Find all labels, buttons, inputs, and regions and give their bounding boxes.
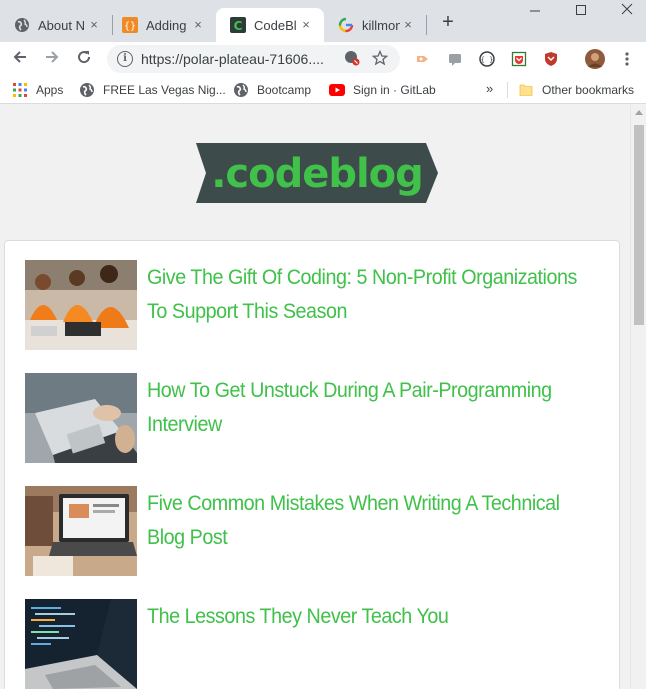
post-title-link[interactable]: The Lessons They Never Teach You [147, 600, 579, 634]
bookmark-label: Other bookmarks [542, 83, 635, 97]
bookmarks-bar: Apps FREE Las Vegas Nig... Bootcamp Sign… [0, 76, 646, 104]
orange-braces-icon: {} [122, 17, 138, 33]
post-item[interactable]: The Lessons They Never Teach You [25, 599, 605, 689]
tab-title: Adding [146, 17, 187, 33]
extension-shield-icon[interactable] [542, 50, 560, 68]
page-viewport: .codeblog Give The Gift Of Coding: 5 Non… [0, 105, 630, 689]
post-thumbnail-code-laptop[interactable] [25, 599, 137, 689]
bookmark-gitlab[interactable]: Sign in · GitLab [329, 82, 436, 98]
profile-avatar[interactable] [585, 49, 605, 69]
bookmarks-divider [507, 82, 508, 98]
address-bar[interactable]: i https://polar-plateau-71606.... [107, 45, 400, 73]
close-window-button[interactable] [612, 2, 642, 22]
folder-icon [518, 82, 534, 98]
bookmark-bootcamp[interactable]: Bootcamp [233, 82, 311, 98]
post-thumbnail-volunteers[interactable] [25, 260, 137, 350]
maximize-button[interactable] [566, 2, 596, 22]
browser-toolbar: i https://polar-plateau-71606.... { } [0, 42, 646, 76]
globe-icon [79, 82, 95, 98]
post-title-link[interactable]: Give The Gift Of Coding: 5 Non-Profit Or… [147, 261, 579, 329]
tab-close-button[interactable]: × [86, 17, 102, 33]
logo-text: .codeblog [211, 151, 423, 197]
site-info-icon[interactable]: i [117, 51, 133, 67]
bookmark-las-vegas[interactable]: FREE Las Vegas Nig... [79, 82, 226, 98]
post-item[interactable]: Five Common Mistakes When Writing A Tech… [25, 486, 605, 578]
tab-close-button[interactable]: × [298, 17, 314, 33]
url-text: https://polar-plateau-71606.... [141, 51, 324, 67]
bookmark-star-icon[interactable] [371, 49, 389, 68]
tab-close-button[interactable]: × [190, 17, 206, 33]
svg-text:C: C [234, 19, 243, 33]
post-title-link[interactable]: Five Common Mistakes When Writing A Tech… [147, 487, 579, 555]
globe-icon [14, 17, 30, 33]
extension-pocket-icon[interactable] [510, 50, 528, 68]
tab-title: killmon [362, 17, 400, 33]
bookmark-label: Sign in · GitLab [353, 83, 436, 97]
extension-json-icon[interactable]: { } [478, 50, 496, 68]
apps-grid-icon [12, 82, 28, 98]
post-thumbnail-laptop-desk[interactable] [25, 373, 137, 463]
globe-icon [233, 82, 249, 98]
forward-button[interactable] [40, 47, 64, 71]
new-tab-button[interactable]: + [438, 12, 458, 32]
minimize-button[interactable] [520, 2, 550, 22]
reload-button[interactable] [72, 47, 96, 71]
tab-title: About N [38, 17, 85, 33]
youtube-icon [329, 82, 345, 98]
blocked-content-icon[interactable] [343, 50, 361, 68]
tab-title: CodeBl [254, 17, 297, 33]
post-item[interactable]: Give The Gift Of Coding: 5 Non-Profit Or… [25, 260, 605, 352]
extension-arrow-icon[interactable] [414, 50, 432, 68]
tab-strip: About N × {} Adding × C CodeBl × killmon… [0, 0, 646, 42]
svg-text:{ }: { } [481, 56, 494, 64]
back-button[interactable] [8, 47, 32, 71]
bookmarks-overflow-button[interactable]: » [486, 81, 493, 96]
tab-about[interactable]: About N × [0, 8, 112, 42]
tab-codeblog[interactable]: C CodeBl × [216, 8, 324, 42]
page-scrollbar[interactable] [630, 105, 646, 689]
svg-text:{}: {} [124, 21, 136, 32]
tab-google[interactable]: killmon × [324, 8, 426, 42]
tab-adding[interactable]: {} Adding × [108, 8, 216, 42]
scroll-up-arrow-icon[interactable] [635, 110, 643, 115]
google-g-icon [338, 17, 354, 33]
other-bookmarks-folder[interactable]: Other bookmarks [518, 82, 634, 98]
menu-kebab-icon[interactable] [618, 50, 636, 68]
codeblog-logo[interactable]: .codeblog [196, 143, 438, 203]
extension-chat-icon[interactable] [446, 50, 464, 68]
bookmark-apps[interactable]: Apps [12, 82, 63, 98]
bookmark-label: Apps [36, 83, 64, 97]
post-title-link[interactable]: How To Get Unstuck During A Pair-Program… [147, 374, 579, 442]
bookmark-label: FREE Las Vegas Nig... [103, 83, 226, 97]
post-thumbnail-blog-laptop[interactable] [25, 486, 137, 576]
post-item[interactable]: How To Get Unstuck During A Pair-Program… [25, 373, 605, 465]
tab-close-button[interactable]: × [400, 17, 416, 33]
bookmark-label: Bootcamp [257, 83, 312, 97]
codeblog-c-icon: C [230, 17, 246, 33]
tab-divider [426, 15, 427, 35]
posts-card: Give The Gift Of Coding: 5 Non-Profit Or… [4, 240, 620, 689]
scrollbar-thumb[interactable] [634, 125, 644, 325]
